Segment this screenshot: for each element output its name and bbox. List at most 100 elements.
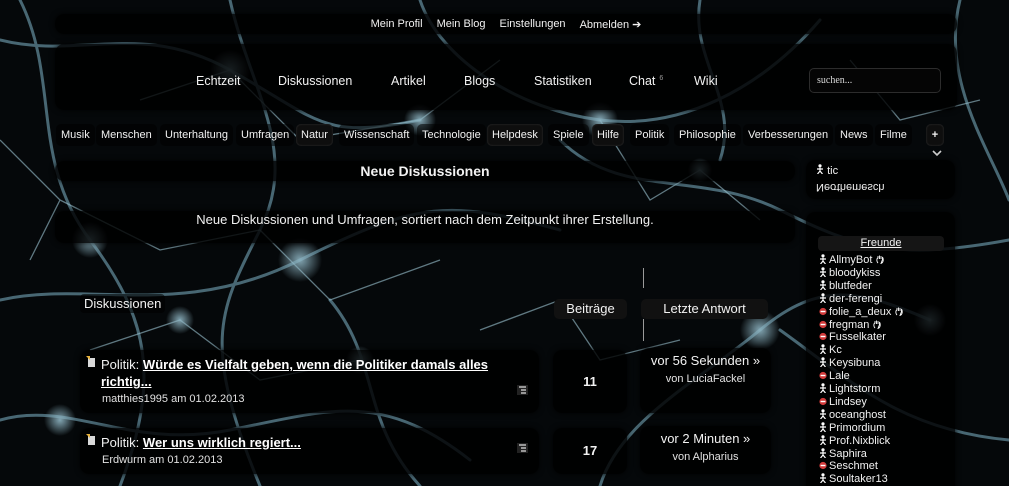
friends-panel: Freunde AllmyBot bloodykiss blutfeder der-f…: [806, 212, 955, 486]
status-user-line[interactable]: tic: [816, 164, 945, 179]
nav-echtzeit[interactable]: Echtzeit: [196, 74, 240, 88]
last-reply-link[interactable]: vor 56 Sekunden »: [640, 353, 771, 368]
main-navigation: Echtzeit Diskussionen Artikel Blogs Stat…: [55, 44, 957, 110]
friend-name: Primordium: [829, 421, 886, 434]
category-technologie[interactable]: Technologie: [417, 124, 486, 146]
nav-label: Statistiken: [534, 74, 592, 88]
friend-item[interactable]: Primordium: [819, 422, 885, 435]
category-umfragen[interactable]: Umfragen: [236, 124, 295, 146]
column-header-discussions: Diskussionen: [80, 294, 166, 313]
nav-chat[interactable]: Chat 6: [629, 74, 663, 88]
discussion-row[interactable]: Politik: Würde es Vielfalt geben, wenn d…: [80, 350, 539, 413]
user-online-icon: [820, 254, 826, 265]
friend-item[interactable]: Lale: [819, 370, 850, 383]
category-natur[interactable]: Natur: [296, 124, 333, 146]
user-online-icon: [817, 164, 823, 175]
user-busy-icon: [819, 462, 827, 470]
friend-name: folie_a_deux: [829, 305, 892, 318]
menu-my-profile[interactable]: Mein Profil: [371, 18, 423, 30]
nav-diskussionen[interactable]: Diskussionen: [278, 74, 352, 88]
category-philosophie[interactable]: Philosophie: [674, 124, 741, 146]
user-online-icon: [820, 292, 826, 304]
friends-title[interactable]: Freunde: [818, 236, 944, 251]
thread-list-icon[interactable]: [517, 385, 528, 395]
category-news[interactable]: News: [835, 124, 873, 146]
friend-name: der-ferengi: [829, 292, 883, 305]
friend-item[interactable]: Seschmet: [819, 460, 878, 473]
user-online-icon: [820, 473, 826, 484]
user-busy-icon: [819, 371, 827, 380]
category-helpdesk[interactable]: Helpdesk: [487, 124, 543, 146]
nav-label: Chat: [629, 74, 656, 88]
friend-name: Saphira: [829, 447, 867, 460]
user-busy-icon: [819, 320, 827, 328]
friend-name: Seschmet: [829, 460, 878, 473]
category-unterhaltung[interactable]: Unterhaltung: [160, 124, 233, 146]
discussion-row[interactable]: Politik: Wer uns wirklich regiert... Erd…: [80, 428, 539, 474]
new-document-icon: [86, 356, 95, 367]
user-online-icon: [820, 421, 826, 433]
category-musik[interactable]: Musik: [56, 124, 95, 146]
category-hilfe[interactable]: Hilfe: [592, 124, 625, 146]
user-online-icon: [820, 408, 826, 420]
user-online-icon: [820, 357, 826, 368]
discussion-meta: Erdwurm am 01.02.2013: [102, 454, 223, 466]
nav-label: Wiki: [694, 74, 718, 88]
menu-logout[interactable]: Abmelden ➔: [580, 18, 642, 31]
friend-item[interactable]: der-ferengi: [819, 293, 882, 306]
friend-item[interactable]: Fusselkater: [819, 331, 886, 344]
chat-count-badge: 6: [659, 75, 664, 82]
more-categories-button[interactable]: +: [926, 124, 944, 146]
category-politik[interactable]: Politik: [630, 124, 670, 146]
friend-item[interactable]: Lightstorm: [819, 383, 880, 396]
chevron-down-icon[interactable]: [932, 149, 942, 160]
category-spiele[interactable]: Spiele: [548, 124, 589, 146]
last-reply-link[interactable]: vor 2 Minuten »: [640, 431, 771, 446]
friend-name: Kc: [829, 344, 842, 357]
discussion-title-line: Politik: Wer uns wirklich regiert...: [101, 434, 521, 451]
nav-artikel[interactable]: Artikel: [391, 74, 426, 88]
nav-statistiken[interactable]: Statistiken: [534, 74, 592, 88]
friend-item[interactable]: Prof.Nixblick: [819, 435, 890, 448]
category-menschen[interactable]: Menschen: [96, 124, 157, 146]
friend-item[interactable]: Saphira: [819, 448, 867, 461]
user-online-icon: [820, 267, 826, 278]
user-status-box: tic Neσthemesch: [806, 160, 955, 199]
friend-item[interactable]: Soultaker13: [819, 473, 888, 486]
friend-item[interactable]: Lindsey: [819, 396, 867, 409]
discussion-title-link[interactable]: Wer uns wirklich regiert...: [143, 435, 301, 450]
friend-item[interactable]: fregman: [819, 319, 883, 332]
friend-name: oceanghost: [829, 408, 886, 421]
user-menu-bar: Mein Profil Mein Blog Einstellungen Abme…: [55, 14, 957, 34]
last-reply-author: von Alpharius: [672, 451, 739, 463]
search-input[interactable]: suchen...: [809, 68, 941, 93]
category-filme[interactable]: Filme: [875, 124, 912, 146]
friend-item[interactable]: folie_a_deux: [819, 306, 905, 319]
friend-name: Fusselkater: [829, 331, 886, 344]
discussion-title-link[interactable]: Würde es Vielfalt geben, wenn die Politi…: [101, 357, 488, 389]
friend-item[interactable]: AllmyBot: [819, 254, 886, 267]
nav-wiki[interactable]: Wiki: [694, 74, 718, 88]
user-online-icon: [820, 344, 826, 355]
menu-settings[interactable]: Einstellungen: [500, 18, 566, 30]
discussion-category: Politik:: [101, 357, 140, 372]
page-title: Neue Diskussionen: [55, 161, 795, 181]
last-reply-author: von LuciaFackel: [665, 373, 746, 385]
hand-wave-icon: [876, 254, 886, 266]
category-wissenschaft[interactable]: Wissenschaft: [339, 124, 415, 146]
friend-name: Lindsey: [829, 395, 867, 408]
new-document-icon: [86, 434, 95, 445]
friend-item[interactable]: Keysibuna: [819, 357, 880, 370]
last-reply: vor 56 Sekunden » von LuciaFackel: [640, 348, 771, 413]
nav-blogs[interactable]: Blogs: [464, 74, 495, 88]
friend-item[interactable]: bloodykiss: [819, 267, 880, 280]
status-username: tic: [827, 165, 839, 177]
divider: [643, 268, 644, 288]
thread-list-icon[interactable]: [517, 443, 528, 453]
friend-item[interactable]: blutfeder: [819, 280, 872, 293]
menu-my-blog[interactable]: Mein Blog: [437, 18, 486, 30]
hand-wave-icon: [873, 319, 883, 331]
friend-item[interactable]: oceanghost: [819, 409, 886, 422]
category-verbesserungen[interactable]: Verbesserungen: [743, 124, 834, 146]
friend-item[interactable]: Kc: [819, 344, 842, 357]
